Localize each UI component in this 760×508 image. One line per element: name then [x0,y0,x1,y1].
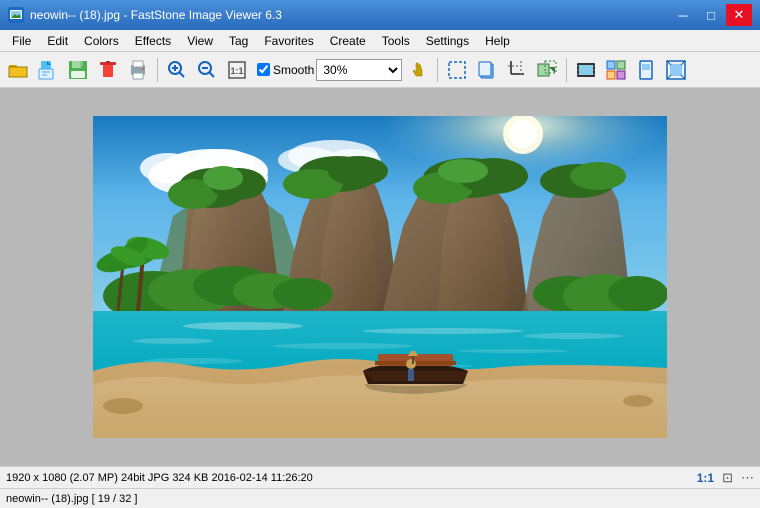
fit-window-button[interactable] [662,56,690,84]
zoom-in-button[interactable] [163,56,191,84]
copy-button[interactable] [473,56,501,84]
title-left: neowin-- (18).jpg - FastStone Image View… [8,7,282,23]
menu-view[interactable]: View [179,32,221,50]
menu-tools[interactable]: Tools [374,32,418,50]
main-viewing-area [0,88,760,466]
title-buttons: ─ □ ✕ [670,4,752,26]
filename-label: neowin-- (18).jpg [ 19 / 32 ] [6,493,137,505]
filename-bar: neowin-- (18).jpg [ 19 / 32 ] [0,488,760,508]
app-icon [8,7,24,23]
svg-text:1:1: 1:1 [230,66,243,76]
info-icon[interactable]: ⋯ [741,470,754,486]
open-folder-button[interactable] [4,56,32,84]
displayed-image [93,116,667,438]
menu-favorites[interactable]: Favorites [256,32,321,50]
toolbar: 1:1 Smooth 10% 25% 30% 50% 75% 100% 200%… [0,52,760,88]
menu-create[interactable]: Create [322,32,374,50]
print-button[interactable] [124,56,152,84]
zoom-out-button[interactable] [193,56,221,84]
menu-bar: File Edit Colors Effects View Tag Favori… [0,30,760,52]
menu-settings[interactable]: Settings [418,32,477,50]
fullscreen-portrait-button[interactable] [632,56,660,84]
menu-colors[interactable]: Colors [76,32,127,50]
menu-effects[interactable]: Effects [127,32,179,50]
zoom-dropdown[interactable]: 10% 25% 30% 50% 75% 100% 200% Fit Window… [316,59,402,81]
window-title: neowin-- (18).jpg - FastStone Image View… [30,8,282,22]
thumbnails-button[interactable] [602,56,630,84]
open-file-button[interactable] [34,56,62,84]
status-bar: 1920 x 1080 (2.07 MP) 24bit JPG 324 KB 2… [0,466,760,488]
title-bar: neowin-- (18).jpg - FastStone Image View… [0,0,760,30]
delete-button[interactable] [94,56,122,84]
image-container [93,116,667,438]
maximize-button[interactable]: □ [698,4,724,26]
menu-tag[interactable]: Tag [221,32,256,50]
separator-3 [566,58,567,82]
minimize-button[interactable]: ─ [670,4,696,26]
smooth-area: Smooth [257,63,314,77]
close-button[interactable]: ✕ [726,4,752,26]
resize-button[interactable] [533,56,561,84]
select-button[interactable] [443,56,471,84]
save-button[interactable] [64,56,92,84]
fit-screen-icon[interactable]: ⊡ [722,470,733,486]
status-right: 1:1 ⊡ ⋯ [697,470,754,486]
menu-edit[interactable]: Edit [39,32,76,50]
pan-button[interactable] [404,56,432,84]
smooth-label[interactable]: Smooth [273,63,314,77]
menu-help[interactable]: Help [477,32,518,50]
filmstrip-button[interactable] [572,56,600,84]
menu-file[interactable]: File [4,32,39,50]
separator-1 [157,58,158,82]
image-info: 1920 x 1080 (2.07 MP) 24bit JPG 324 KB 2… [6,472,313,484]
zoom-ratio-badge: 1:1 [697,471,714,485]
crop-button[interactable] [503,56,531,84]
actual-size-button[interactable]: 1:1 [223,56,251,84]
separator-2 [437,58,438,82]
smooth-checkbox[interactable] [257,63,270,76]
